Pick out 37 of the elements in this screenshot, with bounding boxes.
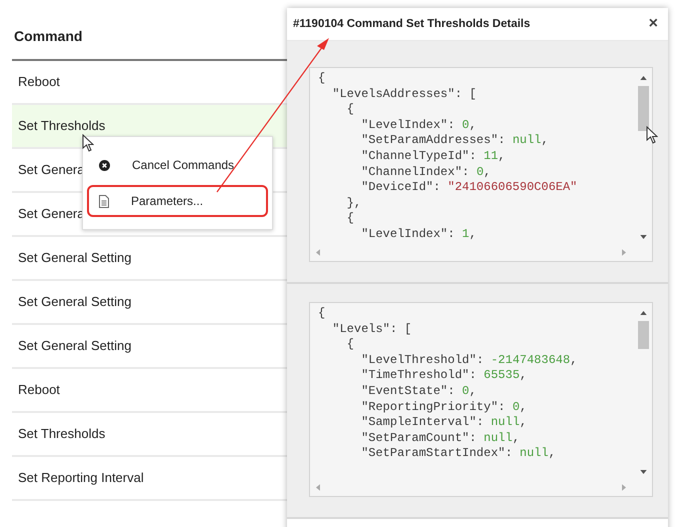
code-line: "EventState": 0, bbox=[360, 384, 476, 400]
scroll-up-icon[interactable] bbox=[640, 76, 646, 80]
code-line: "Levels": [ bbox=[331, 322, 412, 338]
menu-item[interactable]: Parameters... bbox=[87, 185, 268, 217]
code-line: "DeviceId": "24106606590C06EA" bbox=[360, 180, 578, 196]
code-line: { bbox=[346, 337, 354, 353]
code-line: "ReportingPriority": 0, bbox=[360, 400, 527, 416]
scrollbar-thumb[interactable] bbox=[638, 321, 648, 349]
code-line: "ChannelTypeId": 11, bbox=[360, 148, 506, 165]
code-line: { bbox=[346, 102, 354, 118]
scrollbar-thumb[interactable] bbox=[638, 86, 648, 131]
scroll-down-icon[interactable] bbox=[640, 470, 646, 474]
code-line: "LevelIndex": 1, bbox=[360, 226, 476, 243]
scroll-right-icon[interactable] bbox=[622, 484, 626, 490]
code-line: "SampleInterval": null, bbox=[360, 415, 527, 431]
code-line: { bbox=[346, 211, 354, 227]
close-button[interactable]: × bbox=[646, 15, 660, 33]
code-line: "SetParamCount": null, bbox=[360, 430, 520, 446]
scroll-right-icon[interactable] bbox=[622, 248, 626, 256]
scroll-left-icon[interactable] bbox=[316, 484, 320, 490]
menu-item[interactable]: Cancel Commands bbox=[87, 149, 268, 181]
code-line: { bbox=[318, 306, 326, 322]
scroll-up-icon[interactable] bbox=[640, 311, 646, 315]
code-line: "SetParamStartIndex": null, bbox=[360, 446, 556, 462]
code-line: }, bbox=[346, 196, 362, 212]
code-line: "LevelsAddresses": [ bbox=[331, 86, 476, 102]
code-line: "ChannelIndex": 0, bbox=[360, 164, 491, 180]
code-line: "LevelIndex": 0, bbox=[360, 118, 476, 134]
code-line: "SetParamAddresses": null, bbox=[360, 133, 548, 149]
scroll-down-icon[interactable] bbox=[640, 235, 646, 239]
document-icon bbox=[99, 194, 109, 208]
code-line: "TimeThreshold": 65535, bbox=[360, 368, 527, 384]
scroll-left-icon[interactable] bbox=[316, 248, 320, 256]
code-line: { bbox=[318, 71, 326, 87]
dialog-title: #1190104 Command Set Thresholds Details bbox=[293, 18, 530, 30]
cancel-icon bbox=[99, 160, 110, 170]
code-line: "LevelThreshold": -2147483648, bbox=[360, 352, 578, 368]
